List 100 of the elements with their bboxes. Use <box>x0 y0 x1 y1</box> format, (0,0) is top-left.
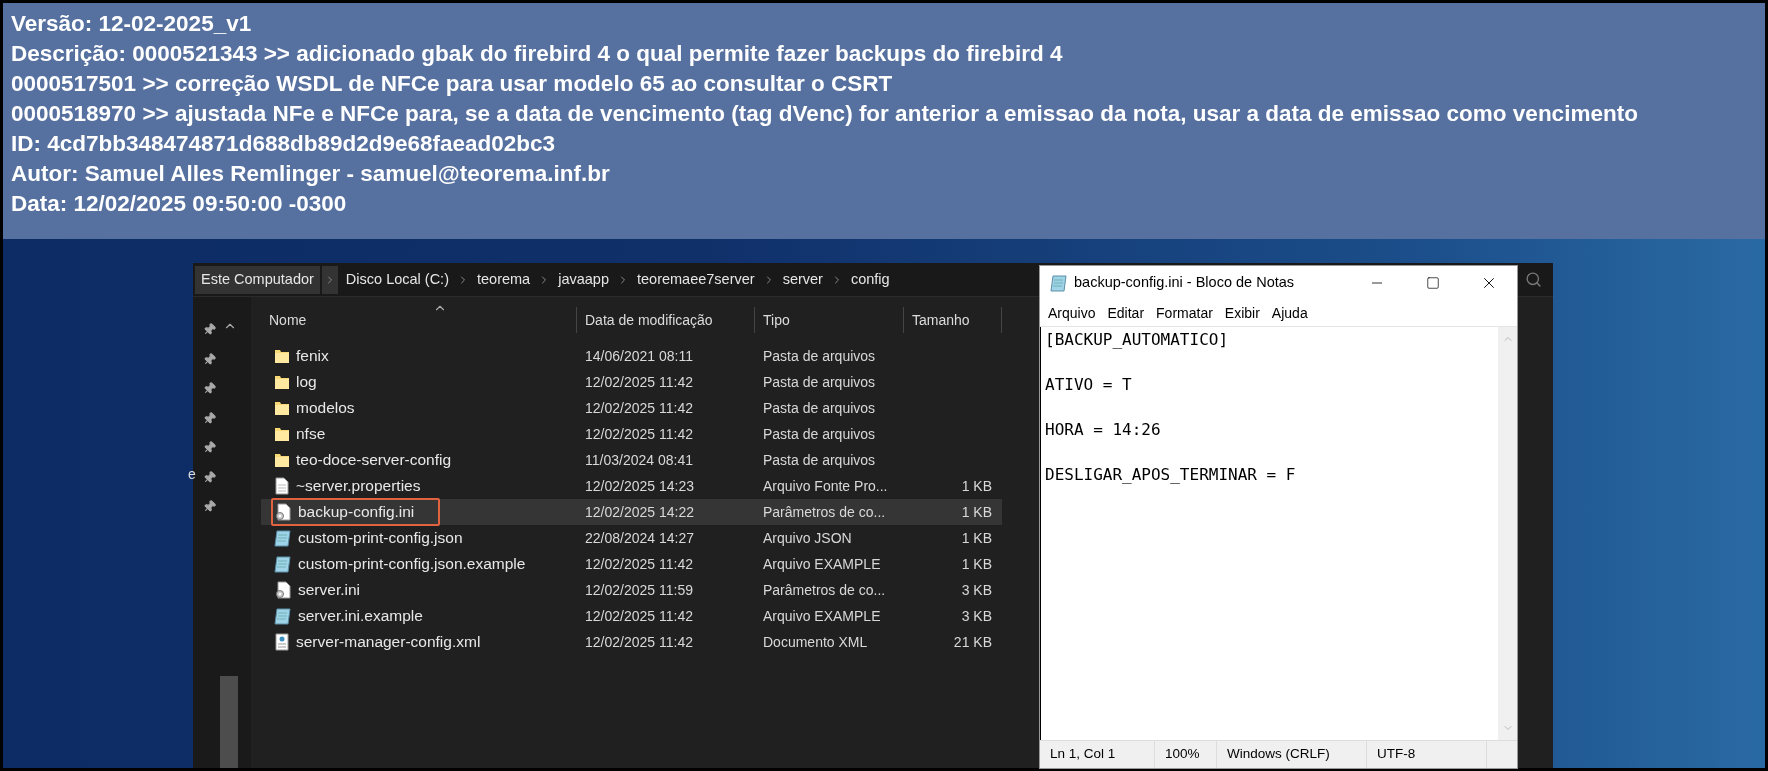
document-icon <box>274 477 290 495</box>
commit-info-line: ID: 4cd7bb348474871d688db89d2d9e68faead02bc3 <box>11 130 556 158</box>
file-modified-date: 12/02/2025 11:42 <box>584 606 694 626</box>
window-title: backup-config.ini - Bloco de Notas <box>1074 273 1295 293</box>
notepad-icon <box>274 607 292 625</box>
file-type: Arquivo Fonte Pro... <box>762 476 889 496</box>
file-type: Parâmetros de co... <box>762 580 887 600</box>
file-name: server.ini <box>298 580 361 601</box>
file-size: 1 KB <box>961 554 992 574</box>
breadcrumb-item[interactable]: server <box>776 265 829 294</box>
file-name: fenix <box>296 346 329 367</box>
column-header[interactable]: Data de modificação <box>585 309 713 331</box>
settings-file-icon <box>274 581 292 599</box>
file-name: backup-config.ini <box>298 502 415 523</box>
file-name: modelos <box>296 398 355 419</box>
text-line: [BACKUP_AUTOMATICO] <box>1045 329 1229 351</box>
commit-info-line: Versão: 12-02-2025_v1 <box>11 10 252 38</box>
file-row[interactable]: server-manager-config.xml 12/02/2025 11:42 Documento XML 21 KB <box>261 629 1002 655</box>
file-size: 3 KB <box>961 580 992 600</box>
status-item: UTF-8 <box>1377 745 1416 764</box>
menu-item[interactable]: Formatar <box>1152 302 1217 324</box>
file-name: server.ini.example <box>298 606 423 627</box>
text-line: DESLIGAR_APOS_TERMINAR = F <box>1045 464 1296 486</box>
file-row[interactable]: backup-config.ini 12/02/2025 14:22 Parâmetros de co... 1 KB <box>261 499 1002 525</box>
folder-icon <box>274 348 290 364</box>
menu-item[interactable]: Arquivo <box>1044 302 1100 324</box>
file-type: Pasta de arquivos <box>762 398 877 418</box>
scrollbar-thumb[interactable] <box>220 676 238 768</box>
file-name: nfse <box>296 424 326 445</box>
menu-item[interactable]: Ajuda <box>1267 302 1312 324</box>
file-type: Pasta de arquivos <box>762 346 877 366</box>
folder-icon <box>274 452 290 468</box>
commit-info-line: Descrição: 0000521343 >> adicionado gbak do firebird 4 o qual permite fazer backups do firebird 4 <box>11 40 1063 68</box>
menu-item[interactable]: Editar <box>1103 302 1149 324</box>
file-row[interactable]: server.ini.example 12/02/2025 11:42 Arquivo EXAMPLE 3 KB <box>261 603 1002 629</box>
file-modified-date: 11/03/2024 08:41 <box>584 450 694 470</box>
folder-icon <box>274 400 290 416</box>
text-line: ATIVO = T <box>1045 374 1132 396</box>
breadcrumb-item[interactable]: javaapp <box>552 265 615 294</box>
maximize-icon[interactable] <box>1426 276 1440 290</box>
settings-file-icon <box>274 503 292 521</box>
search-icon[interactable] <box>1524 271 1542 288</box>
text-line: HORA = 14:26 <box>1045 419 1161 441</box>
file-modified-date: 12/02/2025 11:42 <box>584 372 694 392</box>
file-modified-date: 12/02/2025 11:59 <box>584 580 694 600</box>
file-row[interactable]: server.ini 12/02/2025 11:59 Parâmetros de co... 3 KB <box>261 577 1002 603</box>
xml-file-icon <box>274 633 290 651</box>
breadcrumb-item[interactable]: teoremaee7server <box>631 265 761 294</box>
folder-icon <box>274 374 290 390</box>
column-header[interactable]: Nome <box>269 309 307 331</box>
breadcrumb-item[interactable]: Este Computador <box>195 265 320 294</box>
file-name: ~server.properties <box>296 476 421 497</box>
file-type: Parâmetros de co... <box>762 502 887 522</box>
commit-info-line: 0000518970 >> ajustada NFe e NFCe para, se a data de vencimento (tag dVenc) for anterior a emissao da nota, usar a data de emissao como vencimento <box>11 100 1638 128</box>
file-type: Arquivo JSON <box>762 528 853 548</box>
file-modified-date: 12/02/2025 11:42 <box>584 554 694 574</box>
file-row[interactable]: nfse 12/02/2025 11:42 Pasta de arquivos <box>261 421 1002 447</box>
file-type: Pasta de arquivos <box>762 424 877 444</box>
file-name: custom-print-config.json <box>298 528 463 549</box>
file-name: server-manager-config.xml <box>296 632 481 653</box>
file-row[interactable]: modelos 12/02/2025 11:42 Pasta de arquivos <box>261 395 1002 421</box>
file-row[interactable]: teo-doce-server-config 11/03/2024 08:41 Pasta de arquivos <box>261 447 1002 473</box>
file-size: 1 KB <box>961 502 992 522</box>
file-row[interactable]: log 12/02/2025 11:42 Pasta de arquivos <box>261 369 1002 395</box>
file-row[interactable]: custom-print-config.json 22/08/2024 14:27 Arquivo JSON 1 KB <box>261 525 1002 551</box>
notepad-icon <box>274 555 292 573</box>
file-row[interactable]: custom-print-config.json.example 12/02/2025 11:42 Arquivo EXAMPLE 1 KB <box>261 551 1002 577</box>
file-modified-date: 12/02/2025 11:42 <box>584 632 694 652</box>
folder-icon <box>274 426 290 442</box>
file-size: 3 KB <box>961 606 992 626</box>
column-header[interactable]: Tamanho <box>912 309 970 331</box>
breadcrumb-item[interactable]: Disco Local (C:) <box>339 265 455 294</box>
status-item: Ln 1, Col 1 <box>1050 745 1116 764</box>
file-type: Documento XML <box>762 632 869 652</box>
file-modified-date: 12/02/2025 14:23 <box>584 476 695 496</box>
file-modified-date: 12/02/2025 11:42 <box>584 398 694 418</box>
notepad-icon <box>1050 274 1068 292</box>
nav-item-label: e <box>188 465 196 484</box>
file-name: teo-doce-server-config <box>296 450 452 471</box>
file-row[interactable]: ~server.properties 12/02/2025 14:23 Arquivo Fonte Pro... 1 KB <box>261 473 1002 499</box>
file-modified-date: 14/06/2021 08:11 <box>584 346 694 366</box>
commit-info-line: Data: 12/02/2025 09:50:00 -0300 <box>11 190 347 218</box>
breadcrumb-item[interactable]: teorema <box>471 265 537 294</box>
file-name: log <box>296 372 317 393</box>
file-name: custom-print-config.json.example <box>298 554 526 575</box>
status-item: 100% <box>1165 745 1200 764</box>
notepad-icon <box>274 529 292 547</box>
file-modified-date: 12/02/2025 11:42 <box>584 424 694 444</box>
commit-info-line: Autor: Samuel Alles Remlinger - samuel@teorema.inf.br <box>11 160 610 188</box>
file-modified-date: 22/08/2024 14:27 <box>584 528 695 548</box>
file-size: 21 KB <box>953 632 992 652</box>
breadcrumb-item[interactable]: config <box>844 265 896 294</box>
file-modified-date: 12/02/2025 14:22 <box>584 502 695 522</box>
status-item: Windows (CRLF) <box>1227 745 1330 764</box>
file-type: Pasta de arquivos <box>762 372 877 392</box>
menu-item[interactable]: Exibir <box>1220 302 1264 324</box>
commit-info-line: 0000517501 >> correção WSDL de NFCe para usar modelo 65 ao consultar o CSRT <box>11 70 893 98</box>
file-size: 1 KB <box>961 528 992 548</box>
file-row[interactable]: fenix 14/06/2021 08:11 Pasta de arquivos <box>261 343 1002 369</box>
column-header[interactable]: Tipo <box>763 309 790 331</box>
